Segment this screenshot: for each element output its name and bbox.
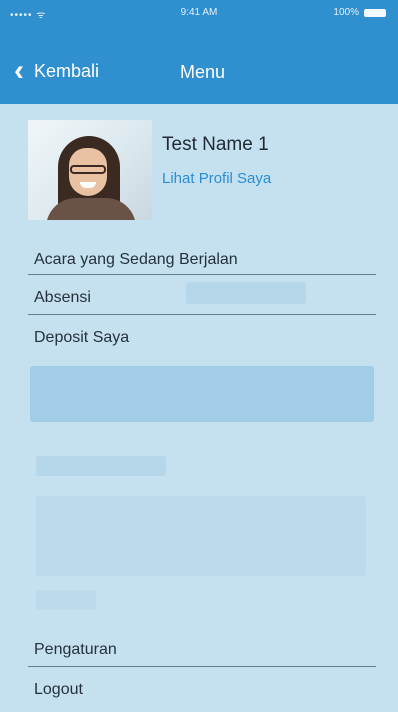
status-bar: ••••• ᯤ 9:41 AM 100% [0,0,398,26]
back-button-label: Kembali [34,60,100,81]
divider [28,666,376,667]
menu-item-attendance[interactable]: Absensi [34,278,374,318]
menu-panel: Test Name 1 Lihat Profil Saya Acara yang… [0,104,398,712]
battery-status: 100% [333,7,386,18]
battery-percent: 100% [333,7,359,18]
menu-item-my-deposit[interactable]: Deposit Saya [34,318,374,358]
page-title: Menu [180,62,226,82]
menu-item-settings[interactable]: Pengaturan [34,630,374,670]
view-profile-link[interactable]: Lihat Profil Saya [162,170,271,187]
battery-icon [364,8,386,17]
background-blur-block [36,496,366,576]
back-button[interactable]: ‹ Kembali [14,54,99,88]
divider [28,314,376,315]
divider [28,274,376,275]
nav-bar: ‹ Kembali Menu [0,26,398,104]
profile-name: Test Name 1 [162,134,269,155]
chevron-left-icon: ‹ [14,54,24,87]
background-blur-block [36,590,96,610]
background-blur-block [36,456,166,476]
background-blur-block [30,366,374,422]
avatar [28,120,152,220]
menu-item-logout[interactable]: Logout [34,670,374,710]
